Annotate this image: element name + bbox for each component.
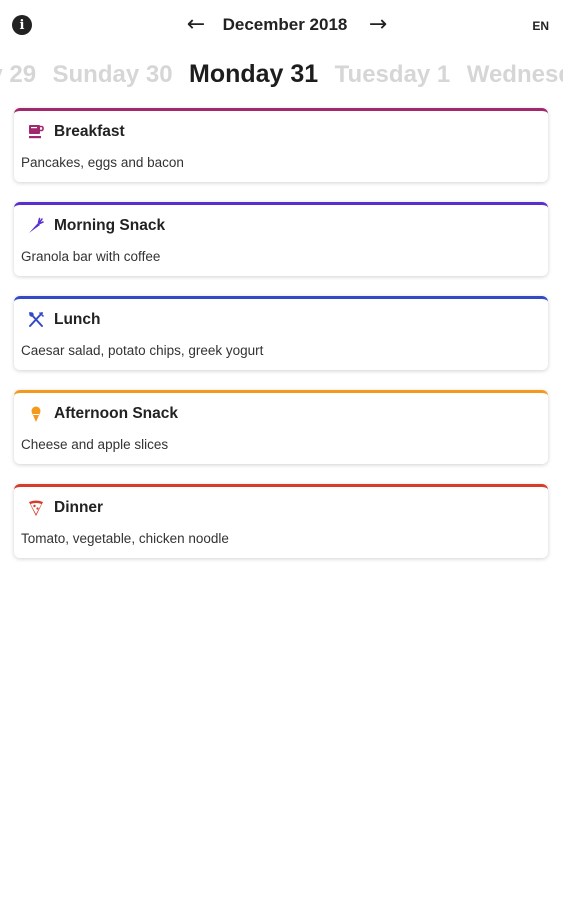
- pizza-icon: [26, 498, 46, 518]
- prev-month-button[interactable]: ←: [184, 12, 208, 38]
- meal-name: Lunch: [54, 311, 101, 328]
- meal-description: Cheese and apple slices: [21, 437, 169, 452]
- meal-name: Dinner: [54, 499, 104, 516]
- meal-name: Afternoon Snack: [54, 405, 179, 422]
- meal-header: Afternoon Snack: [26, 403, 178, 425]
- meal-description: Caesar salad, potato chips, greek yogurt: [21, 343, 264, 358]
- meal-description: Tomato, vegetable, chicken noodle: [21, 531, 229, 546]
- meal-name: Breakfast: [54, 123, 125, 140]
- info-icon[interactable]: i: [12, 15, 32, 35]
- meal-description: Pancakes, eggs and bacon: [21, 155, 184, 170]
- day-selector[interactable]: ay 29 Sunday 30 Monday 31 Tuesday 1 Wedn…: [0, 56, 563, 92]
- day-item[interactable]: Wednesday 2: [467, 57, 563, 92]
- meal-card-breakfast[interactable]: Breakfast Pancakes, eggs and bacon: [14, 108, 548, 182]
- carrot-icon: [26, 216, 46, 236]
- meal-card-morning-snack[interactable]: Morning Snack Granola bar with coffee: [14, 202, 548, 276]
- meal-list: Breakfast Pancakes, eggs and bacon Morni…: [14, 108, 548, 578]
- meal-header: Morning Snack: [26, 215, 165, 237]
- day-item[interactable]: Tuesday 1: [335, 57, 451, 92]
- next-month-button[interactable]: →: [366, 12, 390, 38]
- month-title: December 2018: [222, 15, 348, 34]
- meal-header: Lunch: [26, 309, 101, 331]
- fork-knife-icon: [26, 310, 46, 330]
- top-bar: i ← December 2018 → EN: [0, 0, 563, 52]
- meal-card-afternoon-snack[interactable]: Afternoon Snack Cheese and apple slices: [14, 390, 548, 464]
- day-list: ay 29 Sunday 30 Monday 31 Tuesday 1 Wedn…: [0, 56, 563, 92]
- day-item[interactable]: Sunday 30: [53, 57, 173, 92]
- meal-card-dinner[interactable]: Dinner Tomato, vegetable, chicken noodle: [14, 484, 548, 558]
- coffee-cup-icon: [26, 122, 46, 142]
- meal-description: Granola bar with coffee: [21, 249, 161, 264]
- meal-card-lunch[interactable]: Lunch Caesar salad, potato chips, greek …: [14, 296, 548, 370]
- ice-cream-icon: [26, 404, 46, 424]
- meal-name: Morning Snack: [54, 217, 166, 234]
- meal-header: Breakfast: [26, 121, 125, 143]
- language-button[interactable]: EN: [532, 19, 549, 33]
- day-item-selected[interactable]: Monday 31: [189, 56, 318, 92]
- meal-header: Dinner: [26, 497, 103, 519]
- day-item[interactable]: ay 29: [0, 57, 36, 92]
